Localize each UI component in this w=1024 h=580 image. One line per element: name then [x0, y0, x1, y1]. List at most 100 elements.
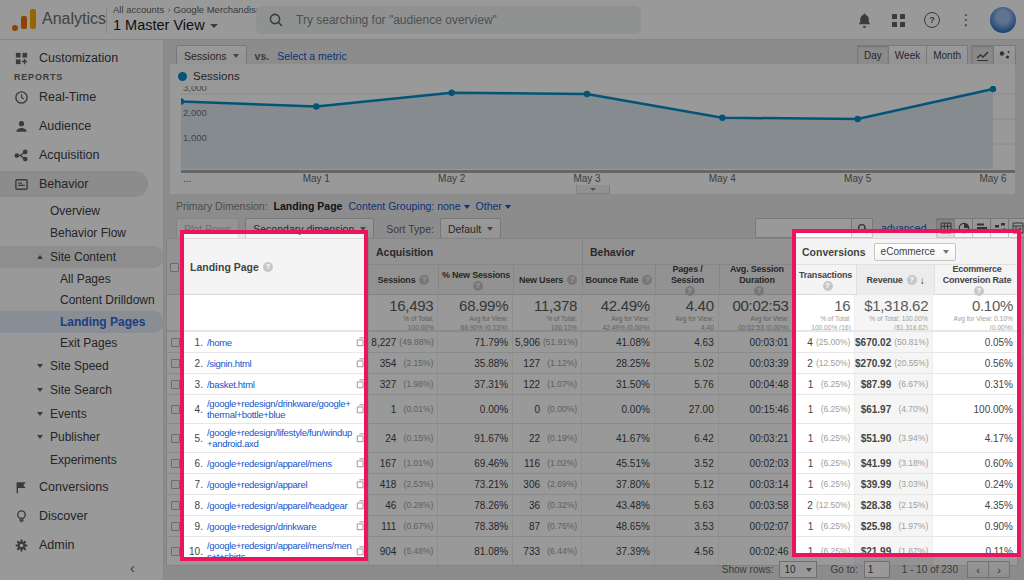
landing-page-link[interactable]: /home — [207, 337, 232, 348]
external-link-icon[interactable] — [356, 433, 366, 443]
row-checkbox[interactable] — [171, 547, 180, 556]
external-link-icon[interactable] — [356, 337, 366, 347]
sessions-line-chart[interactable]: 1,0002,0003,000...May 1May 2May 3May 4Ma… — [181, 86, 1015, 190]
col-new-users[interactable]: New Users — [513, 265, 582, 295]
pivot-view-button[interactable] — [1008, 218, 1024, 238]
col-revenue[interactable]: Revenue — [856, 265, 934, 295]
select-all-checkbox[interactable] — [170, 263, 179, 272]
sidebar-item-site-search[interactable]: Site Search — [0, 379, 164, 401]
col-sessions[interactable]: Sessions — [368, 265, 438, 295]
sidebar-item-acquisition[interactable]: Acquisition — [0, 142, 148, 168]
sidebar-item-customization[interactable]: Customization — [0, 45, 148, 71]
sidebar-item-landing-pages[interactable]: Landing Pages — [0, 311, 164, 333]
col-transactions[interactable]: Transactions — [794, 265, 856, 295]
row-checkbox[interactable] — [171, 338, 180, 347]
sidebar-item-behavior-flow[interactable]: Behavior Flow — [0, 222, 164, 244]
external-link-icon[interactable] — [356, 479, 366, 489]
apps-grid-icon[interactable] — [888, 10, 908, 30]
table-search-button[interactable] — [851, 218, 873, 238]
external-link-icon[interactable] — [356, 404, 366, 414]
conversions-type-select[interactable]: eCommerce — [874, 243, 956, 261]
help-icon[interactable] — [754, 286, 764, 296]
row-checkbox[interactable] — [171, 480, 180, 489]
landing-page-link[interactable]: /google+redesign/drinkware — [207, 521, 316, 532]
help-icon[interactable] — [974, 286, 984, 296]
col-bounce-rate[interactable]: Bounce Rate — [582, 265, 655, 295]
line-chart-view-button[interactable] — [971, 45, 994, 65]
sidebar-item-conversions[interactable]: Conversions — [0, 474, 148, 500]
row-checkbox[interactable] — [171, 380, 180, 389]
landing-page-link[interactable]: /signin.html — [207, 358, 251, 369]
external-link-icon[interactable] — [356, 379, 366, 389]
notifications-bell-icon[interactable] — [854, 10, 874, 30]
month-button[interactable]: Month — [926, 45, 968, 65]
next-page-button[interactable] — [988, 561, 1010, 578]
performance-view-button[interactable] — [972, 218, 991, 238]
sort-type-button[interactable]: Default — [440, 218, 501, 239]
sidebar-item-behavior[interactable]: Behavior — [0, 171, 148, 197]
table-search-input[interactable] — [755, 218, 851, 238]
sidebar-item-admin[interactable]: Admin — [0, 532, 148, 558]
day-button[interactable]: Day — [857, 45, 889, 65]
user-avatar[interactable] — [990, 7, 1016, 33]
external-link-icon[interactable] — [356, 500, 366, 510]
help-icon[interactable] — [567, 275, 577, 285]
sidebar-collapse-icon[interactable]: ‹ — [130, 560, 135, 576]
week-button[interactable]: Week — [888, 45, 927, 65]
help-icon[interactable] — [473, 281, 483, 291]
sidebar-item-discover[interactable]: Discover — [0, 503, 148, 529]
landing-page-link[interactable]: /basket.html — [207, 379, 255, 390]
sidebar-item-experiments[interactable]: Experiments — [0, 449, 164, 471]
landing-page-link[interactable]: /google+redesign/lifestyle/fun/windup+an… — [207, 427, 353, 449]
content-grouping-link[interactable]: Content Grouping: none — [348, 200, 460, 212]
table-view-button[interactable] — [936, 218, 955, 238]
row-checkbox[interactable] — [171, 434, 180, 443]
landing-page-link[interactable]: /google+redesign/drinkware/google+therma… — [207, 398, 353, 420]
help-icon[interactable]: ? — [922, 10, 942, 30]
goto-page-input[interactable] — [864, 561, 890, 578]
help-icon[interactable] — [823, 281, 833, 291]
landing-page-link[interactable]: /google+redesign/apparel/mens/mens+t+shi… — [207, 540, 353, 562]
sidebar-item-events[interactable]: Events — [0, 403, 164, 425]
sidebar-item-publisher[interactable]: Publisher — [0, 426, 164, 448]
external-link-icon[interactable] — [356, 521, 366, 531]
external-link-icon[interactable] — [356, 458, 366, 468]
sidebar-item-site-content[interactable]: Site Content — [0, 246, 164, 268]
secondary-dimension-button[interactable]: Secondary dimension — [245, 218, 374, 239]
annotations-toggle[interactable] — [576, 185, 610, 194]
help-icon[interactable] — [907, 275, 917, 285]
global-search-input[interactable]: Try searching for "audience overview" — [256, 6, 641, 34]
more-options-icon[interactable]: ⋮ — [956, 10, 976, 30]
other-dimension-link[interactable]: Other — [476, 200, 502, 212]
view-selector[interactable]: 1 Master View — [113, 17, 278, 33]
analytics-logo-icon[interactable] — [12, 9, 36, 31]
row-checkbox[interactable] — [171, 522, 180, 531]
sidebar-item-site-speed[interactable]: Site Speed — [0, 355, 164, 377]
landing-page-link[interactable]: /google+redesign/apparel/headgear — [207, 500, 347, 511]
motion-chart-view-button[interactable] — [993, 45, 1016, 65]
help-icon[interactable] — [642, 275, 652, 285]
advanced-search-link[interactable]: advanced — [881, 222, 927, 234]
col-landing-page[interactable]: Landing Page — [190, 261, 259, 273]
help-icon[interactable] — [263, 262, 273, 272]
col-new-sessions[interactable]: % New Sessions — [438, 265, 513, 295]
row-checkbox[interactable] — [171, 501, 180, 510]
breadcrumb[interactable]: All accounts›Google Merchandise St.. — [113, 4, 278, 15]
sidebar-item-real-time[interactable]: Real-Time — [0, 84, 148, 110]
plot-rows-button[interactable]: Plot Rows — [176, 218, 239, 239]
row-checkbox[interactable] — [171, 459, 180, 468]
help-icon[interactable] — [685, 286, 695, 296]
comparison-view-button[interactable] — [990, 218, 1009, 238]
metric-selector[interactable]: Sessions — [176, 45, 247, 66]
select-metric-link[interactable]: Select a metric — [277, 50, 346, 62]
sidebar-item-audience[interactable]: Audience — [0, 113, 148, 139]
prev-page-button[interactable] — [967, 561, 989, 578]
external-link-icon[interactable] — [356, 546, 366, 556]
sidebar-item-overview[interactable]: Overview — [0, 200, 164, 222]
help-icon[interactable] — [419, 275, 429, 285]
sidebar-item-exit-pages[interactable]: Exit Pages — [0, 332, 164, 354]
percentage-view-button[interactable] — [954, 218, 973, 238]
col-session-duration[interactable]: Avg. Session Duration — [719, 265, 794, 295]
row-checkbox[interactable] — [171, 405, 180, 414]
show-rows-select[interactable]: 10 — [779, 561, 816, 578]
